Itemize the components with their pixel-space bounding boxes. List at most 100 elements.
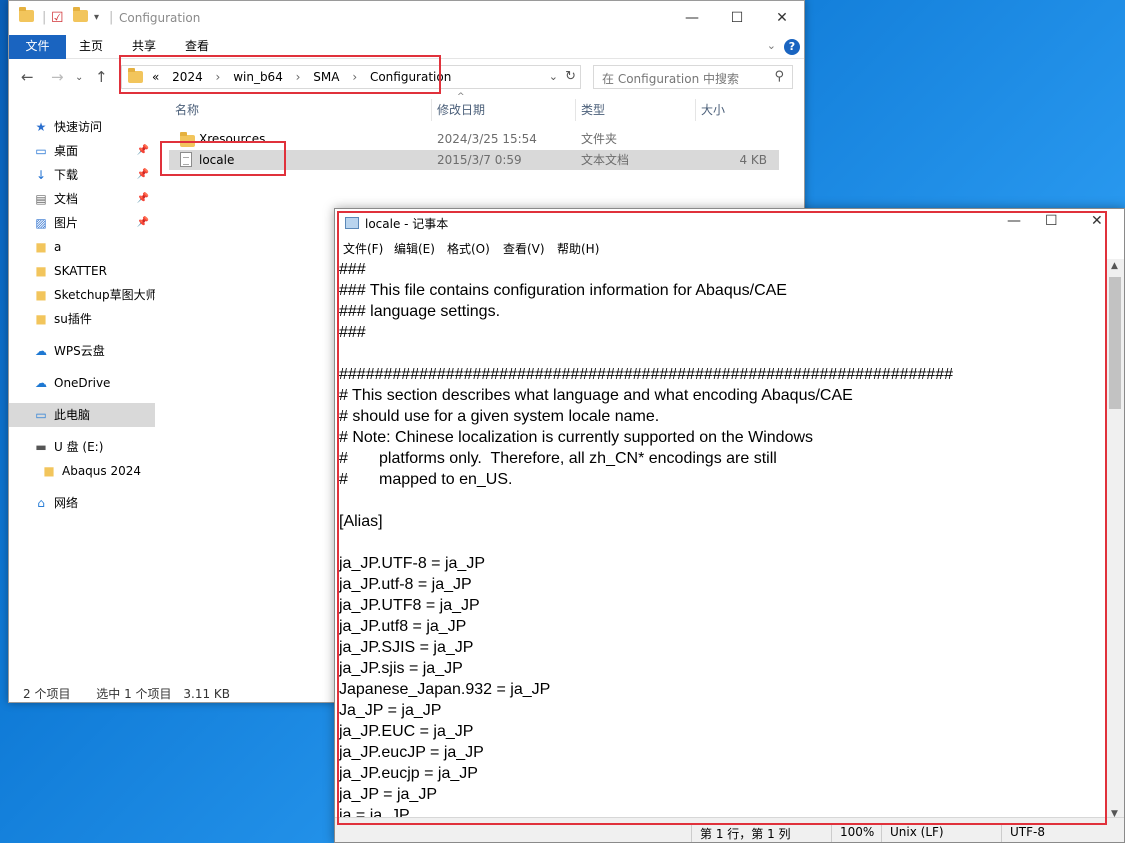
- sidebar-item-label: 此电脑: [54, 408, 91, 422]
- minimize-button[interactable]: —: [677, 7, 707, 29]
- scroll-up-icon[interactable]: ▲: [1111, 261, 1118, 271]
- text-line: ###: [339, 261, 366, 278]
- sidebar-item[interactable]: ▬ U 盘 (E:): [9, 435, 155, 459]
- text-line: [Alias]: [339, 513, 383, 530]
- sidebar-item[interactable]: ■ Sketchup草图大师: [9, 283, 155, 307]
- cloud-icon: ☁: [35, 344, 47, 358]
- text-line: ja_JP.EUC = ja_JP: [339, 723, 474, 740]
- sidebar-item[interactable]: ☁ WPS云盘: [9, 339, 155, 363]
- search-input[interactable]: 在 Configuration 中搜索 ⚲: [593, 65, 793, 89]
- pin-icon[interactable]: 📌: [137, 187, 149, 211]
- notepad-title: locale - 记事本: [365, 217, 449, 231]
- explorer-titlebar: | ☑ ▾ | Configuration — ☐ ✕: [9, 1, 804, 35]
- close-button[interactable]: ✕: [767, 7, 797, 29]
- text-line: [339, 532, 1105, 553]
- forward-arrow-icon[interactable]: →: [51, 68, 64, 86]
- scrollbar-thumb[interactable]: [1109, 277, 1121, 409]
- sidebar-item[interactable]: ★ 快速访问: [9, 115, 155, 139]
- maximize-button[interactable]: ☐: [1045, 213, 1058, 229]
- address-bar[interactable]: « 2024 › win_b64 › SMA › Configuration ⌄…: [121, 65, 581, 89]
- notepad-titlebar: locale - 记事本 — ☐ ✕: [335, 209, 1124, 237]
- sidebar-item[interactable]: ▨ 图片 📌: [9, 211, 155, 235]
- sidebar-item[interactable]: ■ su插件: [9, 307, 155, 331]
- up-arrow-icon[interactable]: ↑: [95, 68, 108, 86]
- sidebar-item-label: SKATTER: [54, 264, 107, 278]
- folder-icon: ■: [35, 240, 47, 254]
- menu-format[interactable]: 格式(O): [447, 240, 490, 257]
- sidebar-item[interactable]: ▭ 桌面 📌: [9, 139, 155, 163]
- file-date: 2024/3/25 15:54: [437, 132, 537, 146]
- text-line: # Note: Chinese localization is currentl…: [339, 429, 814, 446]
- separator: |: [109, 10, 114, 25]
- sidebar-item[interactable]: ▤ 文档 📌: [9, 187, 155, 211]
- breadcrumb-win-b64[interactable]: win_b64: [233, 70, 283, 84]
- menu-file[interactable]: 文件(F): [343, 240, 383, 257]
- minimize-button[interactable]: —: [1007, 213, 1021, 229]
- sidebar-item[interactable]: ↓ 下载 📌: [9, 163, 155, 187]
- chevron-down-icon[interactable]: ⌄: [549, 70, 558, 83]
- vertical-scrollbar[interactable]: ▲ ▼: [1107, 259, 1124, 821]
- address-row: ← → ⌄ ↑ « 2024 › win_b64 › SMA › Configu…: [9, 61, 804, 93]
- refresh-icon[interactable]: ↻: [565, 69, 576, 84]
- tab-file[interactable]: 文件: [9, 35, 66, 59]
- chevron-right-icon[interactable]: ›: [296, 70, 301, 84]
- text-line: ja_JP.SJIS = ja_JP: [339, 639, 474, 656]
- sidebar-item-label: a: [54, 240, 62, 254]
- network-icon: ⌂: [37, 496, 45, 510]
- sidebar-item[interactable]: ▭ 此电脑: [9, 403, 155, 427]
- item-count: 2 个项目: [23, 687, 71, 701]
- sidebar-item[interactable]: ■ Abaqus 2024: [9, 459, 155, 483]
- text-line: ###: [339, 324, 366, 341]
- sidebar-item[interactable]: ■ SKATTER: [9, 259, 155, 283]
- sidebar-item-label: 下载: [54, 168, 79, 182]
- breadcrumb-configuration[interactable]: Configuration: [370, 70, 451, 84]
- quick-access-dropdown-icon[interactable]: ▾: [94, 10, 99, 26]
- chevron-right-icon[interactable]: ›: [352, 70, 357, 84]
- file-row-xresources[interactable]: Xresources 2024/3/25 15:54 文件夹: [169, 129, 779, 149]
- pin-icon[interactable]: 📌: [137, 211, 149, 235]
- selected-count: 选中 1 个项目: [96, 687, 172, 701]
- pin-icon[interactable]: 📌: [137, 163, 149, 187]
- tab-view[interactable]: 查看: [185, 35, 209, 59]
- notepad-text-area[interactable]: ### ### This file contains configuration …: [337, 259, 1105, 819]
- new-folder-icon[interactable]: [73, 7, 88, 27]
- cursor-position: 第 1 行，第 1 列: [691, 825, 831, 842]
- sidebar-item[interactable]: ☁ OneDrive: [9, 371, 155, 395]
- maximize-button[interactable]: ☐: [722, 7, 752, 29]
- text-line: # platforms only. Therefore, all zh_CN* …: [339, 450, 777, 467]
- notepad-menubar: 文件(F) 编辑(E) 格式(O) 查看(V) 帮助(H): [335, 237, 1124, 259]
- expand-ribbon-icon[interactable]: ⌄: [767, 39, 776, 52]
- text-file-icon: [180, 152, 192, 173]
- breadcrumb-overflow[interactable]: «: [152, 70, 159, 84]
- chevron-right-icon[interactable]: ›: [216, 70, 221, 84]
- column-name[interactable]: 名称: [175, 101, 199, 118]
- text-line: ja_JP.UTF-8 = ja_JP: [339, 555, 485, 572]
- folder-icon: ■: [35, 264, 47, 278]
- breadcrumb-2024[interactable]: 2024: [172, 70, 203, 84]
- properties-icon[interactable]: ☑: [51, 10, 64, 26]
- help-icon[interactable]: ?: [784, 39, 800, 55]
- column-date-modified[interactable]: 修改日期: [437, 101, 485, 118]
- menu-edit[interactable]: 编辑(E): [394, 240, 435, 257]
- pin-icon[interactable]: 📌: [137, 139, 149, 163]
- recent-locations-icon[interactable]: ⌄: [75, 72, 83, 83]
- column-size[interactable]: 大小: [701, 101, 725, 118]
- breadcrumb-sma[interactable]: SMA: [313, 70, 339, 84]
- tab-share[interactable]: 共享: [132, 35, 156, 59]
- back-arrow-icon[interactable]: ←: [21, 68, 34, 86]
- tab-home[interactable]: 主页: [79, 35, 103, 59]
- text-line: ja_JP.utf8 = ja_JP: [339, 618, 467, 635]
- text-line: ja_JP = ja_JP: [339, 786, 437, 803]
- menu-view[interactable]: 查看(V): [503, 240, 545, 257]
- ribbon-tabs: 文件 主页 共享 查看 ⌄ ?: [9, 35, 804, 59]
- sidebar-item[interactable]: ⌂ 网络: [9, 491, 155, 515]
- file-row-locale[interactable]: locale 2015/3/7 0:59 文本文档 4 KB: [169, 150, 779, 170]
- menu-help[interactable]: 帮助(H): [557, 240, 599, 257]
- window-title: Configuration: [119, 11, 201, 25]
- close-button[interactable]: ✕: [1091, 213, 1103, 229]
- folder-icon: ■: [35, 312, 47, 326]
- text-line: [339, 490, 1105, 511]
- file-type: 文本文档: [581, 153, 630, 167]
- column-type[interactable]: 类型: [581, 101, 605, 118]
- sidebar-item[interactable]: ■ a: [9, 235, 155, 259]
